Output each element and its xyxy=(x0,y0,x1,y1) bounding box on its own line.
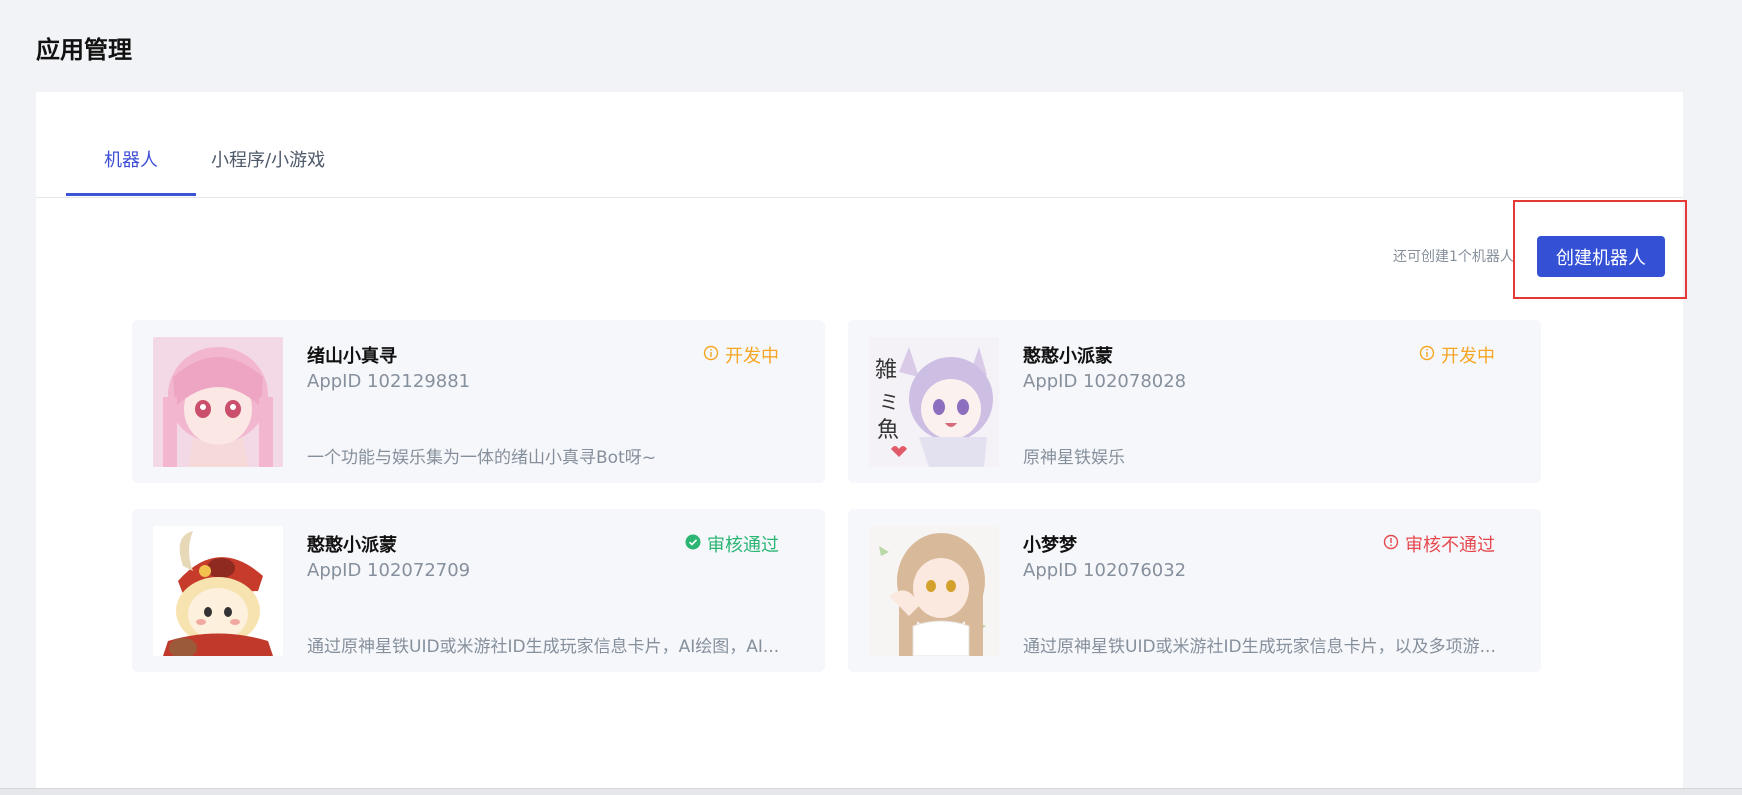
bot-card[interactable]: 小梦梦 AppID 102076032 审核不通过 通过原神星铁UID或米游社I… xyxy=(848,509,1541,672)
svg-text:魚: 魚 xyxy=(877,418,899,443)
create-robot-button[interactable]: 创建机器人 xyxy=(1537,236,1665,277)
status-label: 开发中 xyxy=(1441,346,1495,367)
bot-appid: AppID 102078028 xyxy=(1023,371,1187,392)
tab-robots[interactable]: 机器人 xyxy=(66,146,196,198)
horizontal-scrollbar[interactable] xyxy=(0,788,1742,795)
status-badge: 审核不通过 xyxy=(1383,531,1495,557)
bot-avatar xyxy=(153,337,283,467)
bot-description: 通过原神星铁UID或米游社ID生成玩家信息卡片，AI绘图，AI... xyxy=(307,637,780,657)
check-circle-icon xyxy=(685,534,701,555)
page-title: 应用管理 xyxy=(36,36,132,64)
bot-appid: AppID 102076032 xyxy=(1023,560,1187,581)
info-icon xyxy=(1419,345,1435,366)
status-badge: 审核通过 xyxy=(685,531,779,557)
bot-appid: AppID 102072709 xyxy=(307,560,471,581)
bot-description: 通过原神星铁UID或米游社ID生成玩家信息卡片，以及多项游... xyxy=(1023,637,1496,657)
status-label: 审核不通过 xyxy=(1405,535,1495,556)
info-icon xyxy=(703,345,719,366)
bot-name: 绪山小真寻 xyxy=(307,346,397,367)
bot-card[interactable]: 雑 ミ 魚 憨憨小派蒙 AppID 102078028 开发中 原神星铁娱乐 xyxy=(848,320,1541,483)
tab-mini-programs[interactable]: 小程序/小游戏 xyxy=(211,146,325,198)
bot-appid: AppID 102129881 xyxy=(307,371,471,392)
bot-card[interactable]: 憨憨小派蒙 AppID 102072709 审核通过 通过原神星铁UID或米游社… xyxy=(132,509,825,672)
tab-bar: 机器人 小程序/小游戏 xyxy=(36,92,1683,198)
bot-name: 小梦梦 xyxy=(1023,535,1077,556)
svg-text:ミ: ミ xyxy=(879,390,899,414)
bot-avatar: 雑 ミ 魚 xyxy=(869,337,999,467)
remaining-quota-text: 还可创建1个机器人 xyxy=(1393,249,1514,265)
bot-name: 憨憨小派蒙 xyxy=(307,535,397,556)
status-badge: 开发中 xyxy=(1419,342,1495,368)
bot-description: 原神星铁娱乐 xyxy=(1023,448,1125,468)
bot-description: 一个功能与娱乐集为一体的绪山小真寻Bot呀~ xyxy=(307,448,656,468)
status-badge: 开发中 xyxy=(703,342,779,368)
app-list-panel: 机器人 小程序/小游戏 还可创建1个机器人 创建机器人 绪山小真寻 AppID … xyxy=(36,92,1687,795)
bot-avatar xyxy=(153,526,283,656)
bot-avatar xyxy=(869,526,999,656)
svg-text:雑: 雑 xyxy=(875,358,897,383)
active-tab-underline xyxy=(66,193,196,196)
status-label: 开发中 xyxy=(725,346,779,367)
bot-card[interactable]: 绪山小真寻 AppID 102129881 开发中 一个功能与娱乐集为一体的绪山… xyxy=(132,320,825,483)
status-label: 审核通过 xyxy=(707,535,779,556)
bot-name: 憨憨小派蒙 xyxy=(1023,346,1113,367)
warning-icon xyxy=(1383,534,1399,555)
